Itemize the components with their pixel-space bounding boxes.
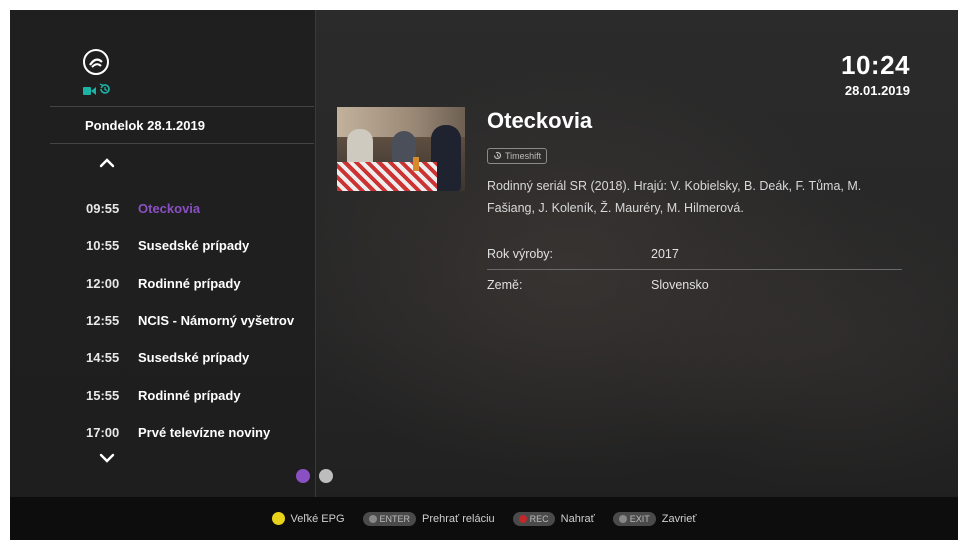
info-value: Slovensko bbox=[651, 278, 709, 292]
info-value: 2017 bbox=[651, 247, 679, 261]
timeshift-icon bbox=[99, 82, 111, 94]
schedule-list: 09:55 Oteckovia 10:55 Susedské prípady 12:00… bbox=[86, 190, 314, 451]
rec-key-icon: REC bbox=[512, 511, 555, 526]
badge-label: Timeshift bbox=[505, 151, 542, 161]
schedule-time: 12:00 bbox=[86, 275, 120, 291]
hint-exit[interactable]: EXIT Zavrieť bbox=[612, 511, 697, 526]
schedule-title: Oteckovia bbox=[138, 201, 201, 217]
schedule-title: Rodinné prípady bbox=[138, 275, 241, 291]
schedule-date: Pondelok 28.1.2019 bbox=[85, 118, 205, 133]
schedule-time: 14:55 bbox=[86, 350, 120, 366]
schedule-item[interactable]: 10:55 Susedské prípady bbox=[86, 227, 314, 264]
schedule-item[interactable]: 09:55 Oteckovia bbox=[86, 190, 314, 227]
hint-label: Zavrieť bbox=[661, 512, 697, 525]
schedule-item[interactable]: 14:55 Susedské prípady bbox=[86, 339, 314, 376]
schedule-title: Prvé televízne noviny bbox=[138, 424, 271, 440]
schedule-item[interactable]: 15:55 Rodinné prípady bbox=[86, 376, 314, 413]
yellow-key-icon bbox=[271, 512, 285, 525]
exit-key-icon: EXIT bbox=[612, 511, 656, 526]
info-label: Země: bbox=[487, 278, 523, 292]
schedule-title: Rodinné prípady bbox=[138, 387, 241, 403]
tv-screen: Pondelok 28.1.2019 09:55 Oteckovia 10:55 Su… bbox=[10, 10, 958, 540]
program-title: Oteckovia bbox=[487, 108, 593, 133]
timeshift-badge: Timeshift bbox=[487, 148, 548, 164]
divider bbox=[487, 269, 902, 270]
page-dot-active[interactable] bbox=[296, 469, 310, 483]
hint-label: Prehrať reláciu bbox=[422, 512, 495, 525]
schedule-title: NCIS - Námorný vyšetrov bbox=[138, 313, 295, 329]
divider bbox=[50, 106, 314, 107]
enter-key-icon: ENTER bbox=[362, 511, 417, 526]
schedule-time: 17:00 bbox=[86, 424, 120, 440]
epg-sidebar: Pondelok 28.1.2019 09:55 Oteckovia 10:55 Su… bbox=[10, 10, 316, 497]
hint-label: Nahrať bbox=[560, 512, 595, 525]
footer-hints: Veľké EPG ENTER Prehrať reláciu REC Nahr… bbox=[10, 497, 958, 540]
clock-time: 10:24 bbox=[841, 50, 910, 80]
schedule-time: 12:55 bbox=[86, 313, 120, 329]
hint-enter[interactable]: ENTER Prehrať reláciu bbox=[362, 511, 495, 526]
schedule-title: Susedské prípady bbox=[138, 238, 250, 254]
schedule-item[interactable]: 12:00 Rodinné prípady bbox=[86, 265, 314, 302]
video-camera-icon bbox=[83, 83, 96, 95]
page-dot[interactable] bbox=[319, 469, 333, 483]
info-label: Rok výroby: bbox=[487, 247, 553, 261]
hint-rec[interactable]: REC Nahrať bbox=[512, 511, 595, 526]
program-description: Rodinný seriál SR (2018). Hrajú: V. Kobi… bbox=[487, 179, 862, 215]
hint-label: Veľké EPG bbox=[290, 512, 345, 525]
channel-logo-icon bbox=[83, 49, 109, 75]
timeshift-icon bbox=[493, 151, 502, 162]
schedule-time: 09:55 bbox=[86, 201, 120, 217]
scroll-up-icon[interactable] bbox=[98, 156, 116, 170]
page-indicator bbox=[296, 469, 333, 483]
schedule-title: Susedské prípady bbox=[138, 350, 250, 366]
clock-date: 28.01.2019 bbox=[844, 83, 910, 98]
scroll-down-icon[interactable] bbox=[98, 451, 116, 465]
hint-big-epg[interactable]: Veľké EPG bbox=[271, 512, 345, 525]
program-thumbnail bbox=[337, 107, 465, 191]
clock: 10:24 28.01.2019 bbox=[841, 50, 910, 98]
schedule-time: 15:55 bbox=[86, 387, 120, 403]
schedule-item[interactable]: 12:55 NCIS - Námorný vyšetrov bbox=[86, 302, 314, 339]
divider bbox=[50, 143, 314, 144]
channel-features bbox=[83, 82, 111, 95]
schedule-item[interactable]: 17:00 Prvé televízne noviny bbox=[86, 414, 314, 451]
schedule-time: 10:55 bbox=[86, 238, 120, 254]
